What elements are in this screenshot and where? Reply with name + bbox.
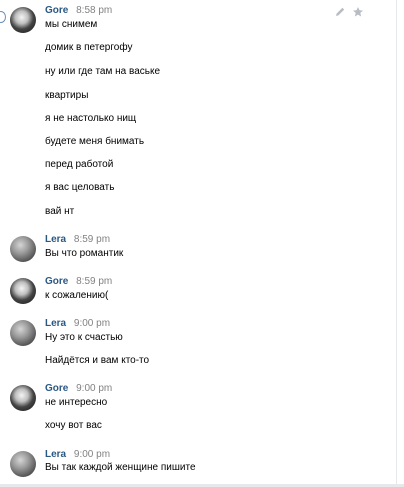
- author-name[interactable]: Gore: [45, 276, 68, 287]
- author-name[interactable]: Gore: [45, 5, 68, 16]
- message-header: Lera 9:00 pm: [45, 448, 110, 462]
- pencil-icon[interactable]: [333, 5, 347, 19]
- author-name[interactable]: Gore: [45, 383, 68, 394]
- message-text: Вы так каждой женщине пишите: [45, 462, 196, 473]
- avatar[interactable]: [10, 451, 36, 477]
- message-header: Gore 8:58 pm: [45, 4, 112, 18]
- message-time[interactable]: 9:00 pm: [74, 449, 110, 460]
- author-name[interactable]: Lera: [45, 234, 66, 245]
- message-time[interactable]: 8:59 pm: [76, 276, 112, 287]
- message-time[interactable]: 9:00 pm: [76, 383, 112, 394]
- avatar[interactable]: [10, 320, 36, 346]
- message-time[interactable]: 9:00 pm: [74, 318, 110, 329]
- avatar[interactable]: [10, 236, 36, 262]
- message-text: домик в петергофу: [45, 42, 133, 53]
- message-time[interactable]: 8:59 pm: [74, 234, 110, 245]
- author-name[interactable]: Lera: [45, 318, 66, 329]
- avatar[interactable]: [10, 385, 36, 411]
- message-text: мы снимем: [45, 19, 98, 30]
- message-text: я не настолько нищ: [45, 113, 137, 124]
- message-time[interactable]: 8:58 pm: [76, 5, 112, 16]
- message-text: не интересно: [45, 397, 108, 408]
- message-header: Lera 9:00 pm: [45, 317, 110, 331]
- selection-marker: [0, 11, 6, 23]
- chat-history: Gore 8:58 pm мы снимем домик в петергофу…: [0, 0, 404, 487]
- message-text: квартиры: [45, 90, 89, 101]
- message-text: ну или где там на ваське: [45, 66, 161, 77]
- message-header: Gore 9:00 pm: [45, 382, 112, 396]
- message-text: хочу вот вас: [45, 420, 102, 431]
- message-text: Ну это к счастью: [45, 332, 123, 343]
- star-icon[interactable]: [351, 5, 365, 19]
- author-name[interactable]: Lera: [45, 449, 66, 460]
- avatar[interactable]: [10, 7, 36, 33]
- message-text: будете меня бнимать: [45, 136, 145, 147]
- message-text: Найдётся и вам кто-то: [45, 355, 150, 366]
- message-text: Вы что романтик: [45, 248, 124, 259]
- message-text: перед работой: [45, 159, 114, 170]
- message-text: к сожалению(: [45, 290, 109, 301]
- message-text: я вас целовать: [45, 182, 115, 193]
- scrollbar-track[interactable]: [396, 0, 397, 487]
- avatar[interactable]: [10, 278, 36, 304]
- message-text: вай нт: [45, 206, 75, 217]
- message-header: Gore 8:59 pm: [45, 275, 112, 289]
- message-header: Lera 8:59 pm: [45, 233, 110, 247]
